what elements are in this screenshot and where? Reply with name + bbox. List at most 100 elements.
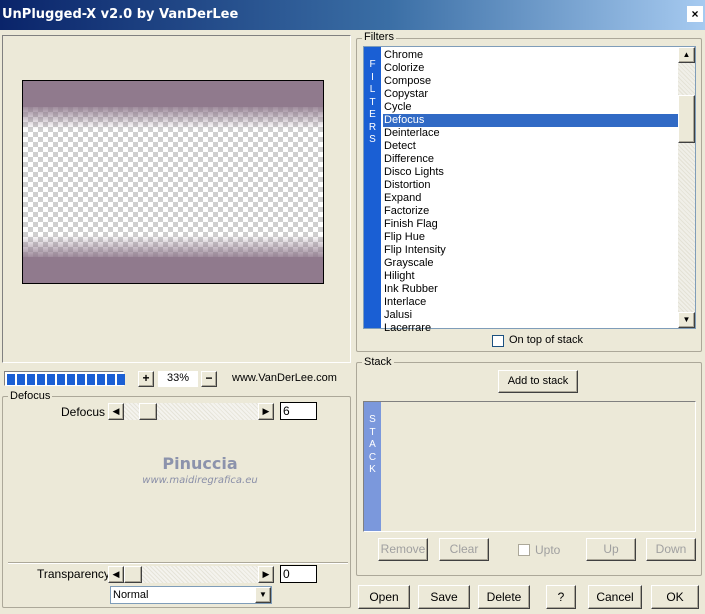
transparency-slider-thumb[interactable] bbox=[124, 566, 142, 583]
stack-side-letter: K bbox=[369, 464, 376, 475]
blend-mode-value: Normal bbox=[113, 589, 149, 601]
transparency-slider-right-button[interactable]: ▶ bbox=[258, 566, 274, 583]
arrow-right-icon: ▶ bbox=[262, 569, 270, 579]
on-top-label: On top of stack bbox=[509, 334, 583, 346]
on-top-checkbox[interactable] bbox=[492, 335, 504, 347]
website-link[interactable]: www.VanDerLee.com bbox=[232, 372, 337, 384]
preview-image bbox=[22, 80, 324, 284]
defocus-group-label: Defocus bbox=[8, 390, 53, 402]
defocus-param-label: Defocus bbox=[61, 405, 106, 419]
filter-item[interactable]: Chrome bbox=[383, 49, 679, 62]
filter-item[interactable]: Flip Intensity bbox=[383, 244, 679, 257]
defocus-value-input[interactable]: 6 bbox=[280, 402, 317, 420]
filters-scrollbar[interactable]: ▲ ▼ bbox=[678, 47, 695, 328]
progress-segment bbox=[107, 374, 115, 385]
arrow-left-icon: ◀ bbox=[112, 406, 120, 416]
stack-list: STACK bbox=[363, 401, 696, 532]
filter-item[interactable]: Colorize bbox=[383, 62, 679, 75]
delete-button[interactable]: Delete bbox=[478, 585, 530, 609]
zoom-level: 33% bbox=[158, 371, 198, 387]
filter-item[interactable]: Distortion bbox=[383, 179, 679, 192]
filters-side-label: FILTERS bbox=[364, 47, 381, 328]
filters-side-letter: L bbox=[369, 84, 376, 95]
filter-item[interactable]: Flip Hue bbox=[383, 231, 679, 244]
defocus-slider-left-button[interactable]: ◀ bbox=[108, 403, 124, 420]
filter-item[interactable]: Copystar bbox=[383, 88, 679, 101]
help-button[interactable]: ? bbox=[546, 585, 576, 609]
divider bbox=[8, 562, 348, 564]
stack-group-label: Stack bbox=[362, 356, 394, 368]
stack-side-label: STACK bbox=[364, 402, 381, 531]
progress-segment bbox=[37, 374, 45, 385]
filter-item[interactable]: Deinterlace bbox=[383, 127, 679, 140]
filter-item[interactable]: Hilight bbox=[383, 270, 679, 283]
progress-segment bbox=[77, 374, 85, 385]
filters-side-letter: T bbox=[369, 96, 376, 108]
filters-scroll-thumb[interactable] bbox=[678, 95, 695, 143]
progress-segment bbox=[27, 374, 35, 385]
window-title: UnPlugged-X v2.0 by VanDerLee bbox=[2, 7, 239, 22]
filter-item[interactable]: Cycle bbox=[383, 101, 679, 114]
arrow-right-icon: ▶ bbox=[262, 406, 270, 416]
transparency-label: Transparency bbox=[37, 567, 110, 581]
upto-label: Upto bbox=[535, 543, 561, 557]
progress-segment bbox=[117, 374, 125, 385]
progress-segment bbox=[17, 374, 25, 385]
progress-segment bbox=[57, 374, 65, 385]
cancel-button[interactable]: Cancel bbox=[588, 585, 642, 609]
filters-side-letter: F bbox=[369, 59, 376, 70]
filters-list: FILTERS Chrome Colorize Compose Copystar Cyc… bbox=[363, 46, 696, 334]
upto-checkbox[interactable] bbox=[518, 544, 530, 556]
chevron-down-icon[interactable]: ▼ bbox=[255, 587, 271, 603]
ok-button[interactable]: OK bbox=[651, 585, 699, 609]
add-to-stack-button[interactable]: Add to stack bbox=[498, 370, 578, 393]
remove-button[interactable]: Remove bbox=[378, 538, 428, 561]
zoom-in-button[interactable]: + bbox=[138, 371, 154, 387]
stack-side-letter: A bbox=[369, 439, 376, 450]
watermark-name: Pinuccia bbox=[162, 454, 238, 473]
watermark-url: www.maidiregrafica.eu bbox=[142, 475, 258, 486]
filter-item[interactable]: Grayscale bbox=[383, 257, 679, 270]
scroll-down-icon[interactable]: ▼ bbox=[678, 312, 695, 328]
filters-group-label: Filters bbox=[362, 31, 396, 43]
progress-segment bbox=[7, 374, 15, 385]
filters-side-letter: S bbox=[369, 134, 376, 145]
filter-item[interactable]: Factorize bbox=[383, 205, 679, 218]
transparency-slider-track[interactable] bbox=[124, 566, 258, 583]
progress-bar bbox=[4, 371, 125, 386]
close-button[interactable]: × bbox=[687, 6, 703, 22]
scroll-up-icon[interactable]: ▲ bbox=[678, 47, 695, 63]
filter-item[interactable]: Finish Flag bbox=[383, 218, 679, 231]
progress-segment bbox=[67, 374, 75, 385]
progress-segment bbox=[97, 374, 105, 385]
save-button[interactable]: Save bbox=[418, 585, 470, 609]
title-bar: UnPlugged-X v2.0 by VanDerLee × bbox=[0, 0, 705, 30]
open-button[interactable]: Open bbox=[358, 585, 410, 609]
filter-item[interactable]: Disco Lights bbox=[383, 166, 679, 179]
stack-side-letter: T bbox=[369, 426, 376, 438]
transparency-value-input[interactable]: 0 bbox=[280, 565, 317, 583]
stack-side-letter: S bbox=[369, 414, 376, 425]
down-button[interactable]: Down bbox=[646, 538, 696, 561]
filter-item[interactable]: Expand bbox=[383, 192, 679, 205]
filter-item[interactable]: Detect bbox=[383, 140, 679, 153]
arrow-left-icon: ◀ bbox=[112, 569, 120, 579]
filter-item[interactable]: Defocus bbox=[383, 114, 679, 127]
defocus-slider-right-button[interactable]: ▶ bbox=[258, 403, 274, 420]
stack-side-letter: C bbox=[368, 451, 377, 463]
filters-side-letter: E bbox=[369, 109, 376, 120]
filter-item[interactable]: Jalusi bbox=[383, 309, 679, 322]
filters-side-letter: R bbox=[368, 121, 377, 133]
zoom-out-button[interactable]: − bbox=[201, 371, 217, 387]
filter-item[interactable]: Compose bbox=[383, 75, 679, 88]
blend-mode-select[interactable]: Normal ▼ bbox=[110, 586, 272, 604]
filter-item[interactable]: Ink Rubber bbox=[383, 283, 679, 296]
progress-segment bbox=[87, 374, 95, 385]
filter-item[interactable]: Interlace bbox=[383, 296, 679, 309]
defocus-slider-thumb[interactable] bbox=[139, 403, 157, 420]
filter-item[interactable]: Difference bbox=[383, 153, 679, 166]
progress-segment bbox=[47, 374, 55, 385]
transparency-slider-left-button[interactable]: ◀ bbox=[108, 566, 124, 583]
up-button[interactable]: Up bbox=[586, 538, 636, 561]
clear-button[interactable]: Clear bbox=[439, 538, 489, 561]
